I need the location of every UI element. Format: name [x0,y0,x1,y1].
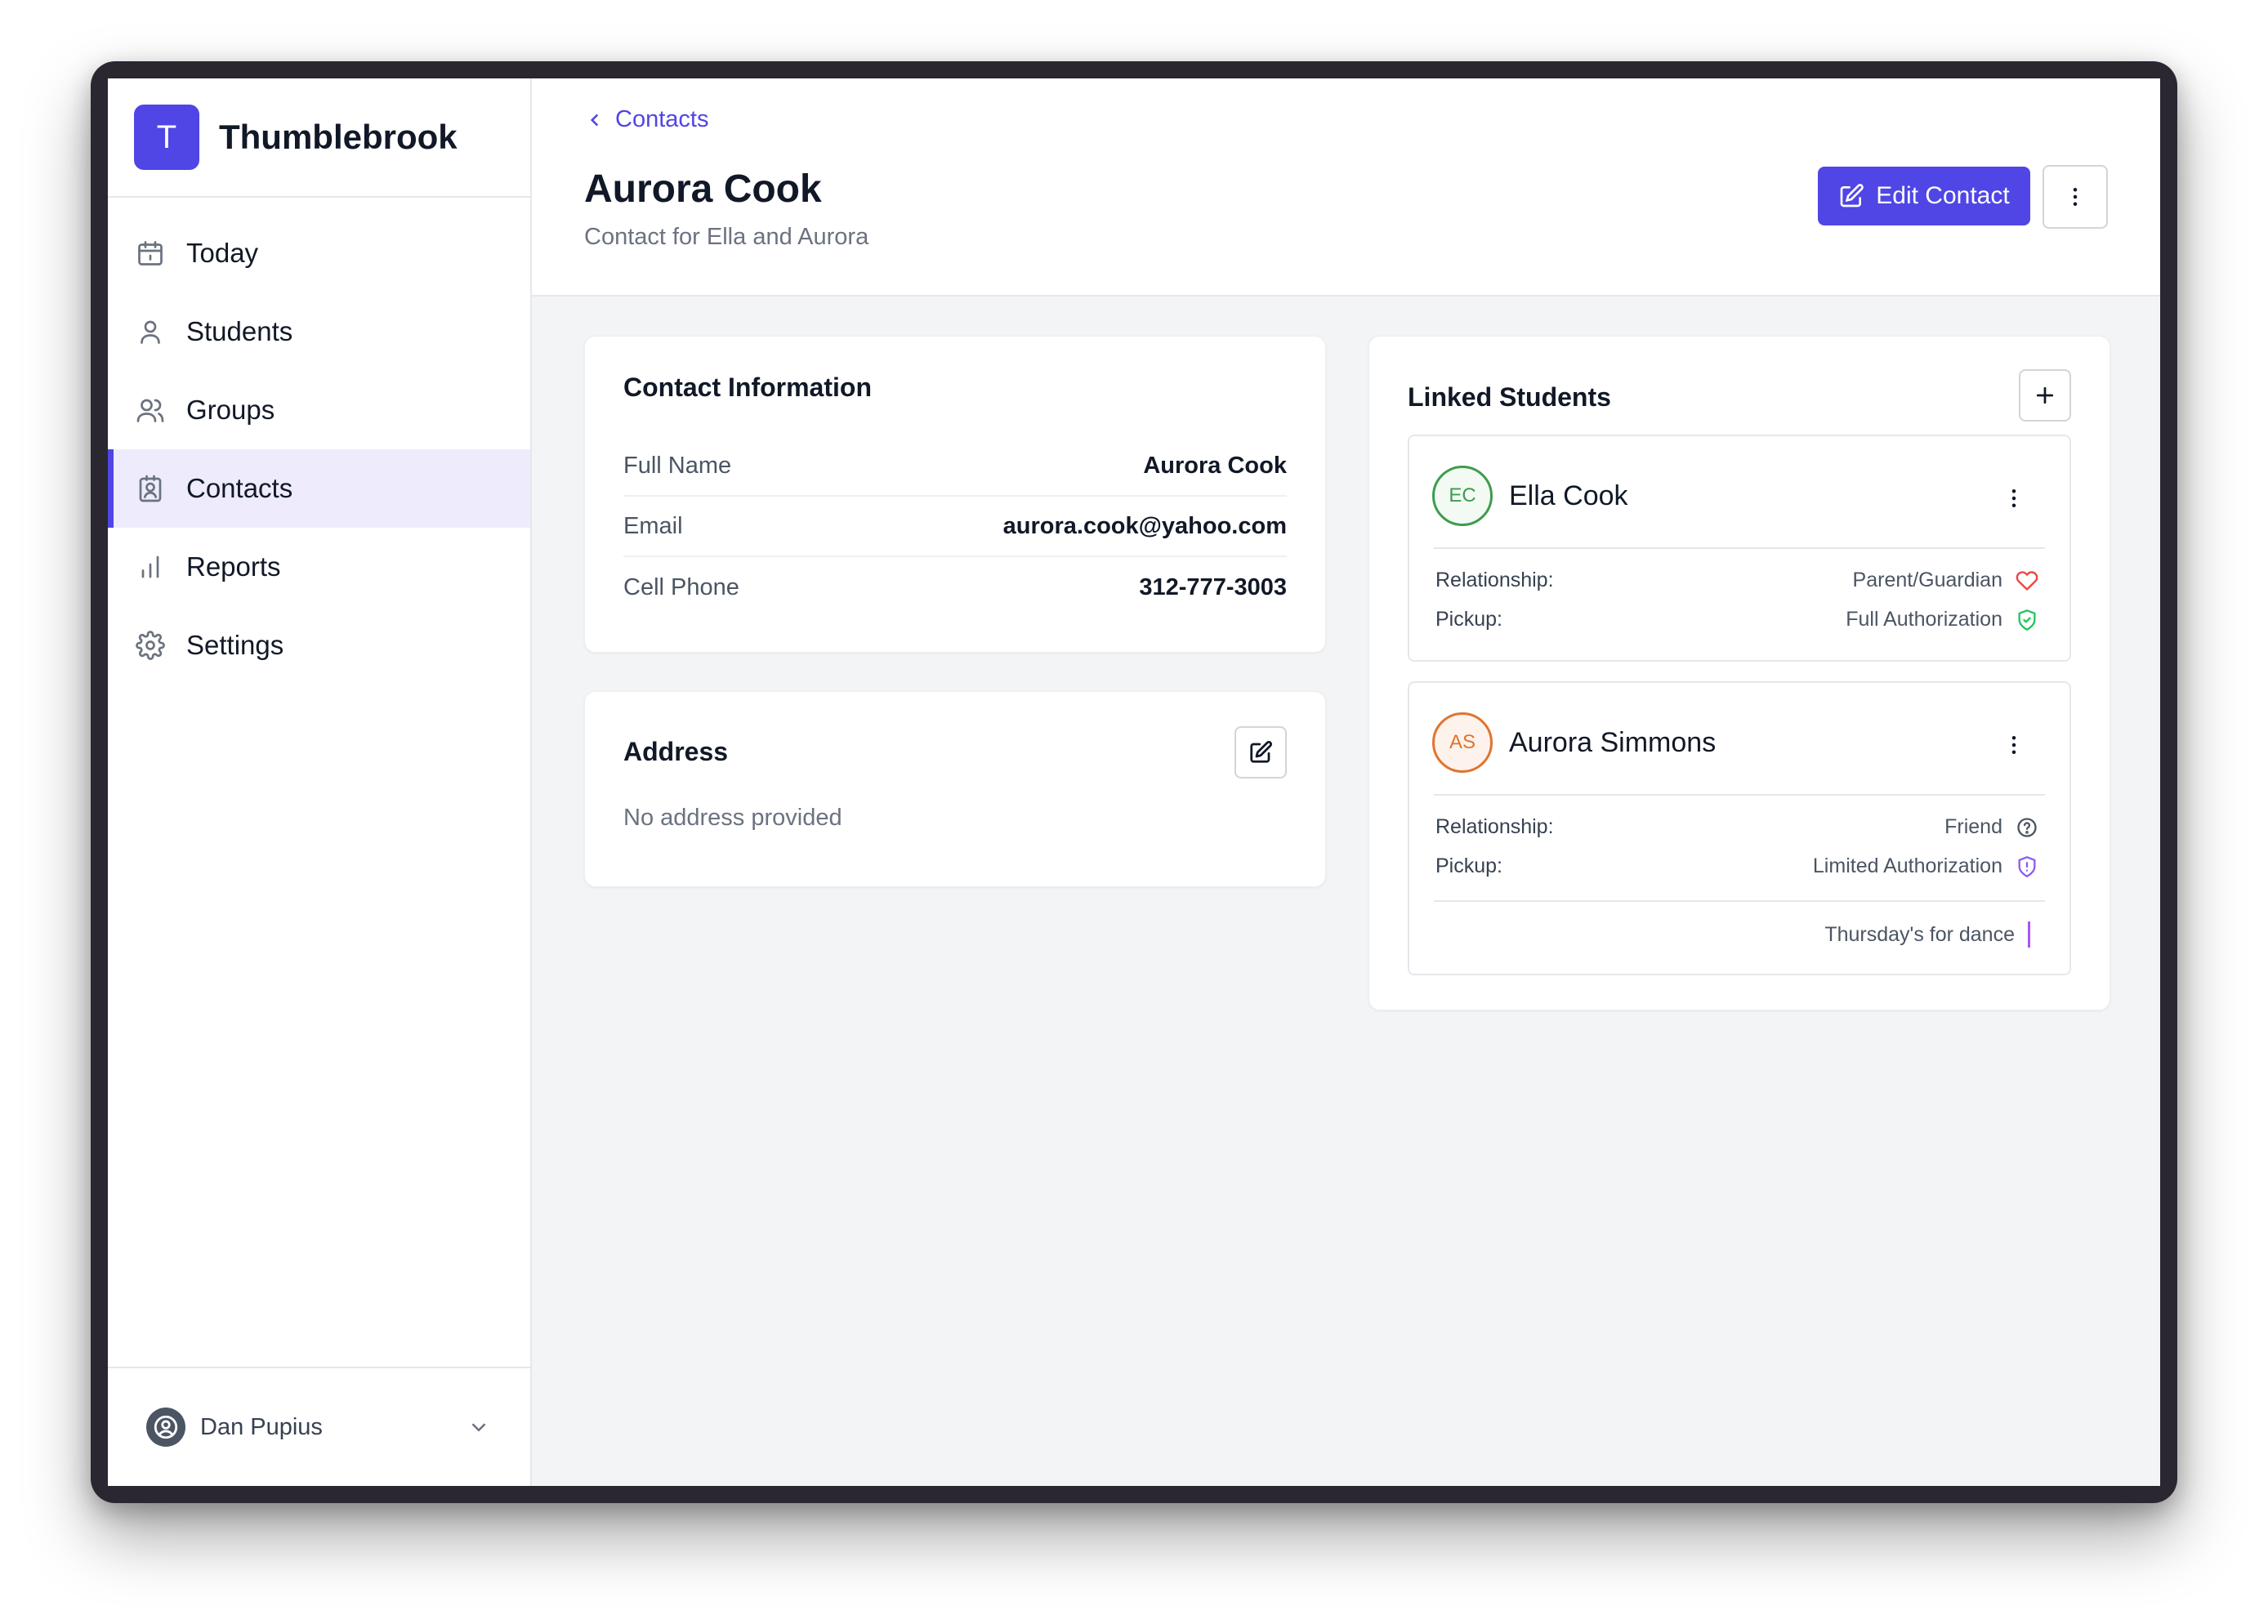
contact-information-card: Contact Information Full Name Aurora Coo… [584,336,1326,653]
relationship-row: Relationship: Parent/Guardian [1435,569,2038,592]
chevron-left-icon [590,114,599,126]
users-icon [134,394,167,426]
student-avatar: EC [1432,466,1493,526]
info-value[interactable]: aurora.cook@yahoo.com [1003,513,1287,540]
student-options-button[interactable] [1999,484,2029,513]
page-header: Contacts Aurora Cook Contact for Ella an… [532,78,2160,297]
help-circle-icon [2017,817,2037,837]
sidebar-item-label: Contacts [186,473,293,503]
user-menu[interactable]: Dan Pupius [108,1367,530,1486]
contact-card-icon [134,472,167,505]
info-row-cell-phone: Cell Phone 312-777-3003 [623,557,1287,618]
note-accent-bar [2028,921,2030,948]
shield-check-icon [2018,609,2036,631]
bar-chart-icon [134,551,167,583]
sidebar-item-label: Reports [186,551,281,582]
pickup-value-group: Full Authorization [1846,608,2038,631]
more-options-button[interactable] [2043,165,2108,229]
relationship-value: Friend [1944,815,2002,838]
relationship-value-group: Friend [1944,815,2038,839]
edit-icon [1250,740,1273,763]
pickup-label: Pickup: [1435,854,1502,877]
info-label: Email [623,512,683,539]
relationship-label: Relationship: [1435,569,1554,591]
student-note: Thursday's for dance [1824,921,2030,948]
sidebar-item-settings[interactable]: Settings [108,606,530,685]
gear-icon [134,629,167,662]
pickup-value: Limited Authorization [1812,854,2002,877]
sidebar-item-label: Groups [186,395,275,425]
info-value[interactable]: 312-777-3003 [1139,574,1287,601]
address-card: Address No address provided [584,691,1326,887]
edit-contact-button[interactable]: Edit Contact [1818,167,2030,225]
shield-alert-icon [2018,855,2036,877]
student-header: EC Ella Cook [1432,466,1628,526]
relationship-value-group: Parent/Guardian [1853,569,2038,592]
sidebar-item-label: Today [186,238,259,268]
divider [1434,547,2045,549]
relationship-value: Parent/Guardian [1852,569,2002,591]
more-vertical-icon [2011,736,2016,754]
card-title: Address [623,737,729,766]
edit-contact-label: Edit Contact [1876,182,2010,209]
relationship-label: Relationship: [1435,815,1554,838]
card-title: Linked Students [1408,382,1611,412]
edit-icon [1840,184,1864,207]
sidebar-item-today[interactable]: Today [108,214,530,292]
brand-header: T Thumblebrook [108,78,530,198]
page-title: Aurora Cook [584,167,822,211]
brand-logo: T [134,105,199,170]
sidebar-item-reports[interactable]: Reports [108,528,530,606]
info-label: Cell Phone [623,573,739,600]
student-header: AS Aurora Simmons [1432,712,1716,773]
page-subtitle: Contact for Ella and Aurora [584,224,869,250]
sidebar-nav: Today Students Groups Contacts Reports S… [108,198,530,685]
divider [1434,900,2045,902]
linked-students-card: Linked Students EC Ella Cook Relationshi… [1368,336,2110,1011]
chevron-down-icon[interactable] [467,1415,491,1439]
breadcrumb-label: Contacts [615,106,709,132]
divider [1434,794,2045,796]
user-name: Dan Pupius [200,1413,323,1440]
pickup-label: Pickup: [1435,608,1502,631]
sidebar-item-label: Settings [186,630,284,660]
brand-name: Thumblebrook [219,118,458,156]
pickup-row: Pickup: Limited Authorization [1435,854,2038,878]
heart-icon [2016,570,2038,591]
more-vertical-icon [2011,489,2016,507]
info-row-email: Email aurora.cook@yahoo.com [623,497,1287,557]
pickup-row: Pickup: Full Authorization [1435,608,2038,631]
student-name[interactable]: Ella Cook [1509,480,1628,512]
plus-icon [2036,386,2054,404]
sidebar-item-students[interactable]: Students [108,292,530,371]
main-content: Contacts Aurora Cook Contact for Ella an… [532,78,2160,1486]
linked-student-card[interactable]: EC Ella Cook Relationship: Parent/Guardi… [1408,435,2071,662]
empty-address-text: No address provided [623,805,842,831]
info-value: Aurora Cook [1143,452,1287,479]
student-options-button[interactable] [1999,730,2029,760]
sidebar-item-groups[interactable]: Groups [108,371,530,449]
sidebar-item-label: Students [186,316,293,346]
more-vertical-icon [2073,188,2078,206]
sidebar-item-contacts[interactable]: Contacts [108,449,530,528]
note-text: Thursday's for dance [1824,922,2015,946]
sidebar: T Thumblebrook Today Students Groups Con… [108,78,532,1486]
student-avatar: AS [1432,712,1493,773]
info-row-full-name: Full Name Aurora Cook [623,436,1287,497]
add-student-button[interactable] [2019,369,2071,422]
relationship-row: Relationship: Friend [1435,815,2038,839]
app-screen: T Thumblebrook Today Students Groups Con… [108,78,2160,1486]
breadcrumb-back-link[interactable]: Contacts [584,106,708,133]
info-label: Full Name [623,452,732,479]
pickup-value: Full Authorization [1846,608,2002,631]
pickup-value-group: Limited Authorization [1813,854,2038,878]
student-name[interactable]: Aurora Simmons [1509,727,1716,759]
calendar-icon [134,237,167,270]
edit-address-button[interactable] [1234,726,1287,779]
device-frame: T Thumblebrook Today Students Groups Con… [91,61,2177,1503]
user-avatar-icon [146,1408,185,1447]
card-title: Contact Information [623,373,872,402]
user-icon [134,315,167,348]
linked-student-card[interactable]: AS Aurora Simmons Relationship: Friend P… [1408,681,2071,975]
